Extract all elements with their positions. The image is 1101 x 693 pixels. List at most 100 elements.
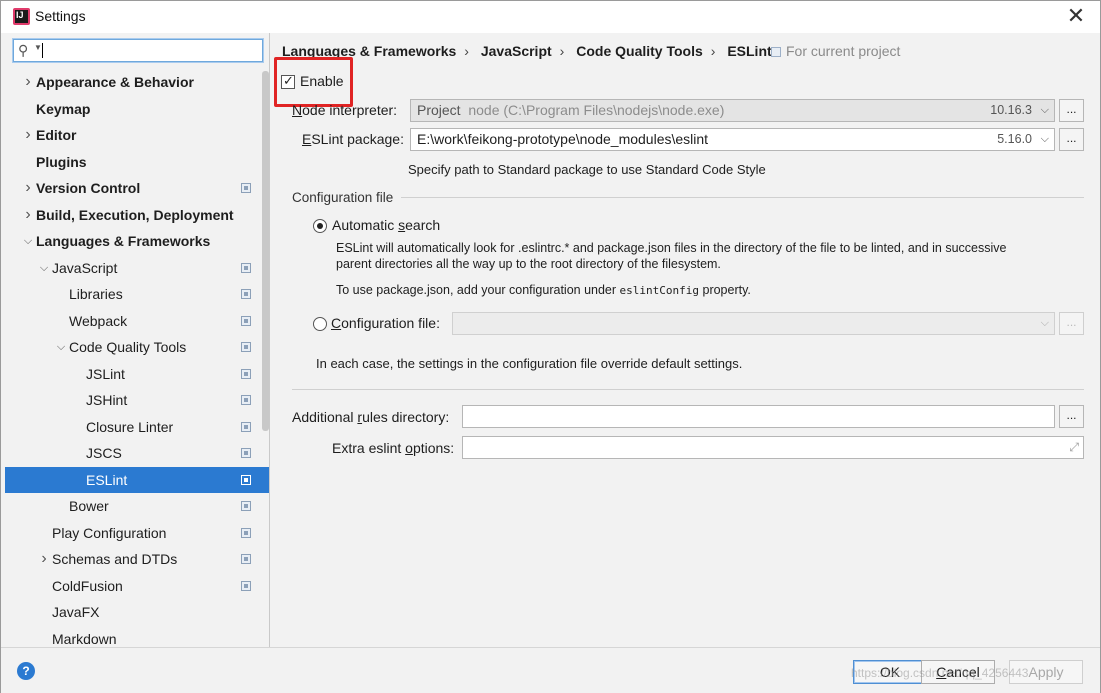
chevron-down-icon: ⌵ — [1040, 317, 1049, 329]
sidebar-item-javafx[interactable]: JavaFX — [5, 599, 269, 626]
node-interpreter-browse-button[interactable]: ... — [1059, 99, 1084, 122]
description-text: property. — [699, 283, 751, 297]
breadcrumb-item: Languages & Frameworks — [282, 43, 457, 59]
expand-icon[interactable]: ⤢ — [1069, 440, 1079, 455]
enable-label: Enable — [300, 73, 344, 89]
apply-button[interactable]: Apply — [1009, 660, 1083, 684]
sidebar-item-label: Schemas and DTDs — [52, 551, 178, 567]
chevron-down-icon[interactable]: ⌵ — [55, 334, 67, 360]
description-line: parent directories all the way up to the… — [336, 257, 721, 271]
search-field[interactable]: ⚲ ▼ — [13, 39, 263, 62]
close-icon[interactable]: ✕ — [1066, 5, 1086, 27]
project-settings-icon — [241, 501, 251, 511]
project-settings-icon — [241, 580, 251, 591]
enable-checkbox[interactable] — [281, 73, 295, 89]
sidebar-item-build-execution-deployment[interactable]: › Build, Execution, Deployment — [5, 202, 269, 229]
eslint-config-code: eslintConfig — [619, 284, 700, 297]
breadcrumb-separator: › — [559, 43, 565, 59]
sidebar-item-jscs[interactable]: JSCS — [5, 440, 269, 467]
configuration-file-radio[interactable] — [313, 317, 327, 331]
sidebar-item-bower[interactable]: Bower — [5, 493, 269, 520]
eslint-package-path: E:\work\feikong-prototype\node_modules\e… — [417, 131, 709, 147]
cancel-button[interactable]: Cancel — [921, 660, 995, 684]
settings-tree: › Appearance & Behavior Keymap › Editor Plugi… — [5, 69, 269, 648]
sidebar-item-label: Build, Execution, Deployment — [36, 206, 234, 223]
configuration-file-browse-button[interactable]: ... — [1059, 312, 1084, 335]
sidebar-item-label: JSHint — [86, 392, 128, 408]
for-project-label: For current project — [786, 43, 901, 59]
sidebar-item-eslint[interactable]: ESLint — [5, 466, 269, 493]
project-settings-icon — [241, 183, 251, 193]
search-input[interactable] — [44, 41, 259, 60]
sidebar-item-label: ESLint — [86, 471, 128, 488]
project-settings-icon — [241, 474, 251, 485]
sidebar-item-libraries[interactable]: Libraries — [5, 281, 269, 308]
node-version: 10.16.3 — [990, 103, 1032, 117]
ok-button[interactable]: OK — [853, 660, 927, 684]
sidebar-item-version-control[interactable]: › Version Control — [5, 175, 269, 202]
breadcrumb-item: JavaScript — [480, 43, 552, 59]
chevron-down-icon: ⌵ — [1040, 104, 1049, 116]
node-interpreter-label: Node interpreter: — [292, 102, 398, 118]
sidebar-item-editor[interactable]: › Editor — [5, 122, 269, 149]
chevron-right-icon[interactable]: › — [38, 546, 50, 572]
eslint-package-select[interactable]: E:\work\feikong-prototype\node_modules\e… — [410, 128, 1055, 151]
project-settings-icon — [241, 421, 251, 432]
extra-options-label: Extra eslint options: — [332, 440, 455, 456]
sidebar-item-coldfusion[interactable]: ColdFusion — [5, 573, 269, 600]
sidebar-item-label: Closure Linter — [86, 418, 174, 435]
sidebar-item-closure-linter[interactable]: Closure Linter — [5, 414, 269, 441]
sidebar-scrollbar[interactable] — [262, 71, 269, 431]
automatic-search-radio[interactable] — [313, 219, 327, 233]
dialog-button-bar: ? OK Cancel Apply https://blog.csdn.net/… — [1, 647, 1100, 693]
sidebar-item-play-configuration[interactable]: Play Configuration — [5, 520, 269, 547]
sidebar-item-languages-frameworks[interactable]: ⌵ Languages & Frameworks — [5, 228, 269, 255]
configuration-file-label[interactable]: Configuration file: — [331, 315, 440, 331]
text-cursor — [42, 43, 43, 58]
chevron-down-icon[interactable]: ⌵ — [38, 255, 50, 281]
sidebar-item-markdown[interactable]: Markdown — [5, 626, 269, 648]
breadcrumb: Languages & Frameworks › JavaScript › Code… — [282, 43, 776, 59]
title-bar: Settings ✕ — [1, 1, 1100, 33]
eslint-version: 5.16.0 — [997, 132, 1032, 146]
sidebar-item-javascript[interactable]: ⌵ JavaScript — [5, 255, 269, 282]
window-title: Settings — [35, 8, 86, 24]
sidebar-item-label: Languages & Frameworks — [36, 233, 211, 249]
search-icon: ⚲ — [18, 42, 29, 58]
project-settings-icon — [241, 527, 251, 538]
additional-rules-input[interactable] — [462, 405, 1055, 428]
additional-rules-browse-button[interactable]: ... — [1059, 405, 1084, 428]
sidebar-item-jshint[interactable]: JSHint — [5, 387, 269, 414]
chevron-right-icon[interactable]: › — [22, 202, 34, 228]
sidebar-item-jslint[interactable]: JSLint — [5, 361, 269, 388]
sidebar-item-schemas-and-dtds[interactable]: › Schemas and DTDs — [5, 546, 269, 573]
search-dropdown-icon[interactable]: ▼ — [34, 43, 42, 52]
chevron-right-icon[interactable]: › — [22, 122, 34, 148]
project-settings-icon — [241, 395, 251, 405]
project-icon — [771, 47, 781, 57]
extra-options-input[interactable]: ⤢ — [462, 436, 1084, 459]
configuration-file-select[interactable]: ⌵ — [452, 312, 1055, 335]
standard-package-hint: Specify path to Standard package to use … — [408, 162, 766, 177]
sidebar-item-label: Code Quality Tools — [69, 339, 187, 355]
node-interpreter-select[interactable]: Project node (C:\Program Files\nodejs\no… — [410, 99, 1055, 122]
project-settings-icon — [241, 448, 251, 458]
sidebar-item-plugins[interactable]: Plugins — [5, 149, 269, 176]
additional-rules-label: Additional rules directory: — [292, 409, 450, 425]
sidebar-item-appearance-behavior[interactable]: › Appearance & Behavior — [5, 69, 269, 96]
sidebar-item-label: Play Configuration — [52, 524, 167, 541]
automatic-search-label[interactable]: Automatic search — [332, 217, 440, 233]
sidebar-item-code-quality-tools[interactable]: ⌵ Code Quality Tools — [5, 334, 269, 361]
chevron-right-icon[interactable]: › — [22, 175, 34, 201]
help-button[interactable]: ? — [17, 662, 35, 680]
sidebar-item-label: Libraries — [69, 286, 123, 302]
sidebar-item-label: Editor — [36, 127, 77, 143]
sidebar-item-webpack[interactable]: Webpack — [5, 308, 269, 335]
sidebar-item-keymap[interactable]: Keymap — [5, 96, 269, 123]
chevron-down-icon[interactable]: ⌵ — [22, 228, 34, 254]
sidebar-item-label: Markdown — [52, 630, 117, 647]
eslint-package-browse-button[interactable]: ... — [1059, 128, 1084, 151]
chevron-right-icon[interactable]: › — [22, 69, 34, 95]
section-divider — [401, 197, 1084, 198]
sidebar-item-label: Plugins — [36, 153, 87, 170]
